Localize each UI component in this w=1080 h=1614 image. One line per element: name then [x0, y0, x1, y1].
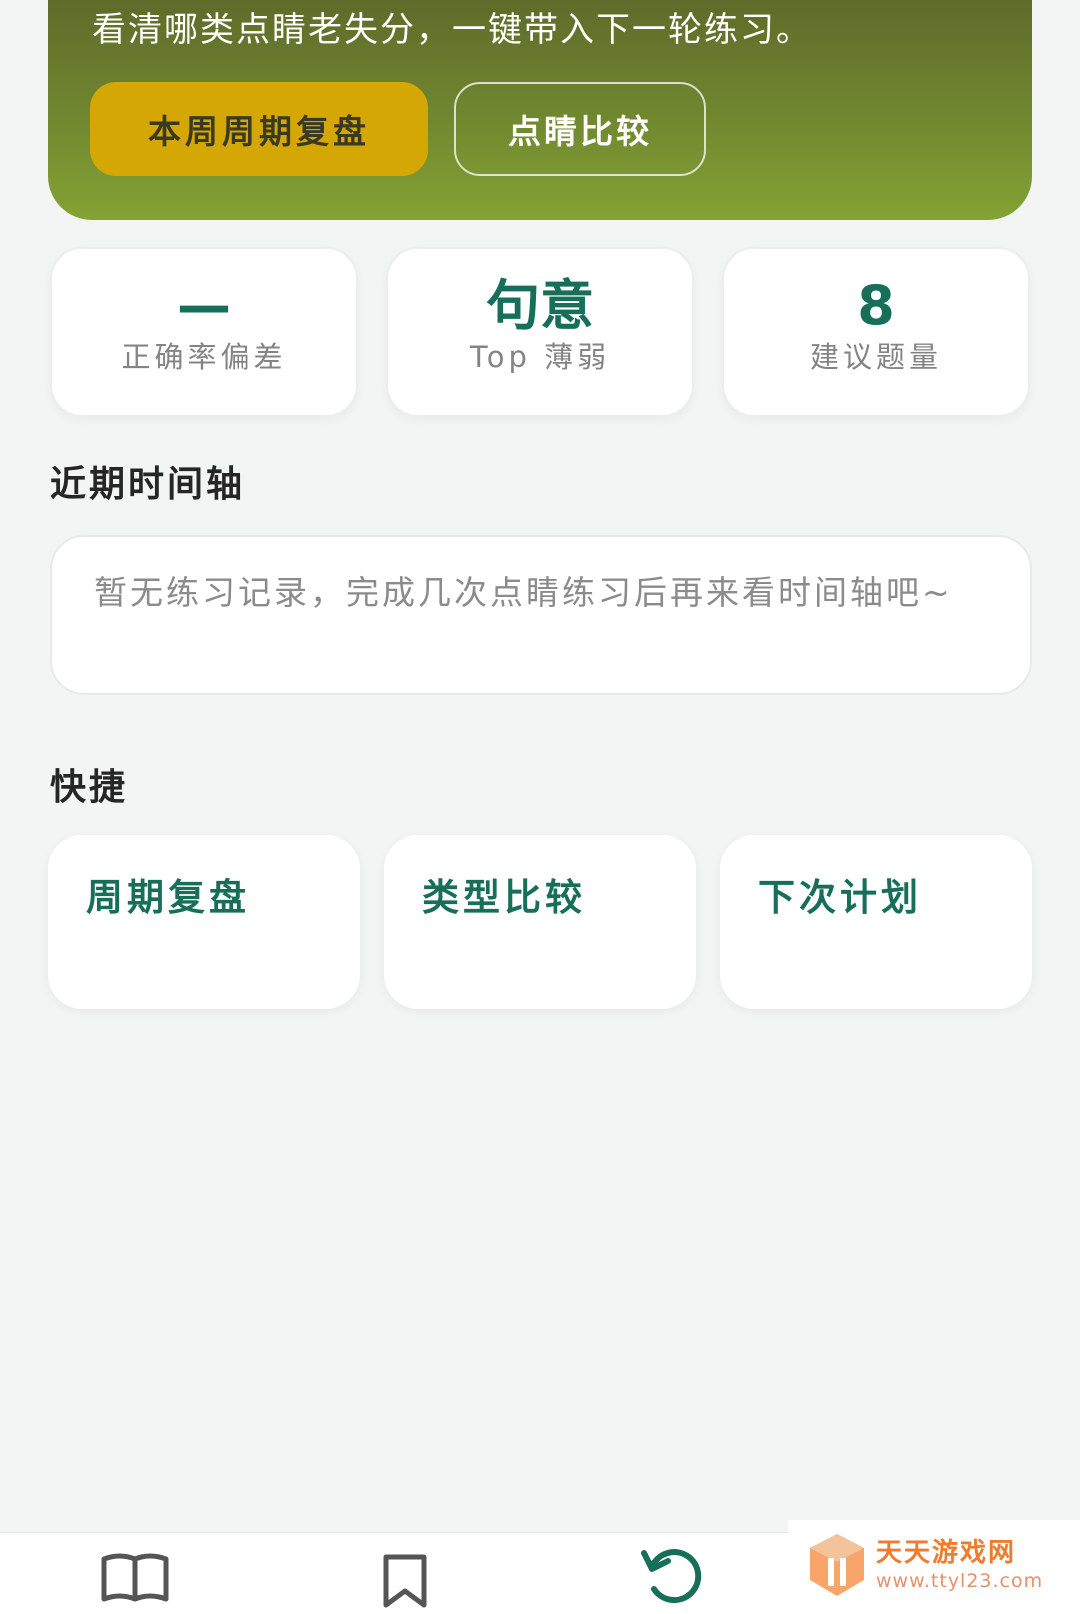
watermark: 天天游戏网 www.ttyl23.com — [788, 1520, 1080, 1613]
watermark-title: 天天游戏网 — [876, 1538, 1017, 1568]
quick-section-title: 快捷 — [50, 767, 129, 808]
stat-value: 8 — [857, 274, 895, 337]
weekly-review-button[interactable]: 本周周期复盘 — [90, 82, 428, 176]
compare-button[interactable]: 点睛比较 — [454, 82, 706, 176]
watermark-logo-icon — [810, 1534, 864, 1596]
quick-card-label: 周期复盘 — [86, 876, 250, 919]
hero-subtitle: 看清哪类点睛老失分，一键带入下一轮练习。 — [92, 10, 812, 50]
stat-label: 正确率偏差 — [121, 340, 287, 374]
stat-card-suggested: 8 建议题量 — [722, 247, 1030, 417]
quick-card-label: 类型比较 — [422, 876, 586, 919]
stat-label: 建议题量 — [809, 340, 942, 374]
timeline-empty-text: 暂无练习记录，完成几次点睛练习后再来看时间轴吧~ — [94, 573, 953, 612]
stat-label: Top 薄弱 — [469, 340, 611, 374]
stat-value: — — [177, 274, 231, 337]
book-icon[interactable] — [100, 1553, 170, 1605]
stat-card-weakest: 句意 Top 薄弱 — [386, 247, 694, 417]
watermark-url: www.ttyl23.com — [876, 1570, 1044, 1592]
timeline-card: 暂无练习记录，完成几次点睛练习后再来看时间轴吧~ — [50, 535, 1032, 695]
refresh-icon[interactable] — [640, 1545, 706, 1605]
quick-card-next-plan[interactable]: 下次计划 — [720, 835, 1032, 1009]
quick-card-label: 下次计划 — [758, 876, 922, 919]
timeline-section-title: 近期时间轴 — [50, 464, 246, 505]
stat-value: 句意 — [486, 274, 594, 337]
bookmark-icon[interactable] — [380, 1553, 430, 1609]
stat-card-accuracy: — 正确率偏差 — [50, 247, 358, 417]
quick-card-cycle-review[interactable]: 周期复盘 — [48, 835, 360, 1009]
quick-card-type-compare[interactable]: 类型比较 — [384, 835, 696, 1009]
